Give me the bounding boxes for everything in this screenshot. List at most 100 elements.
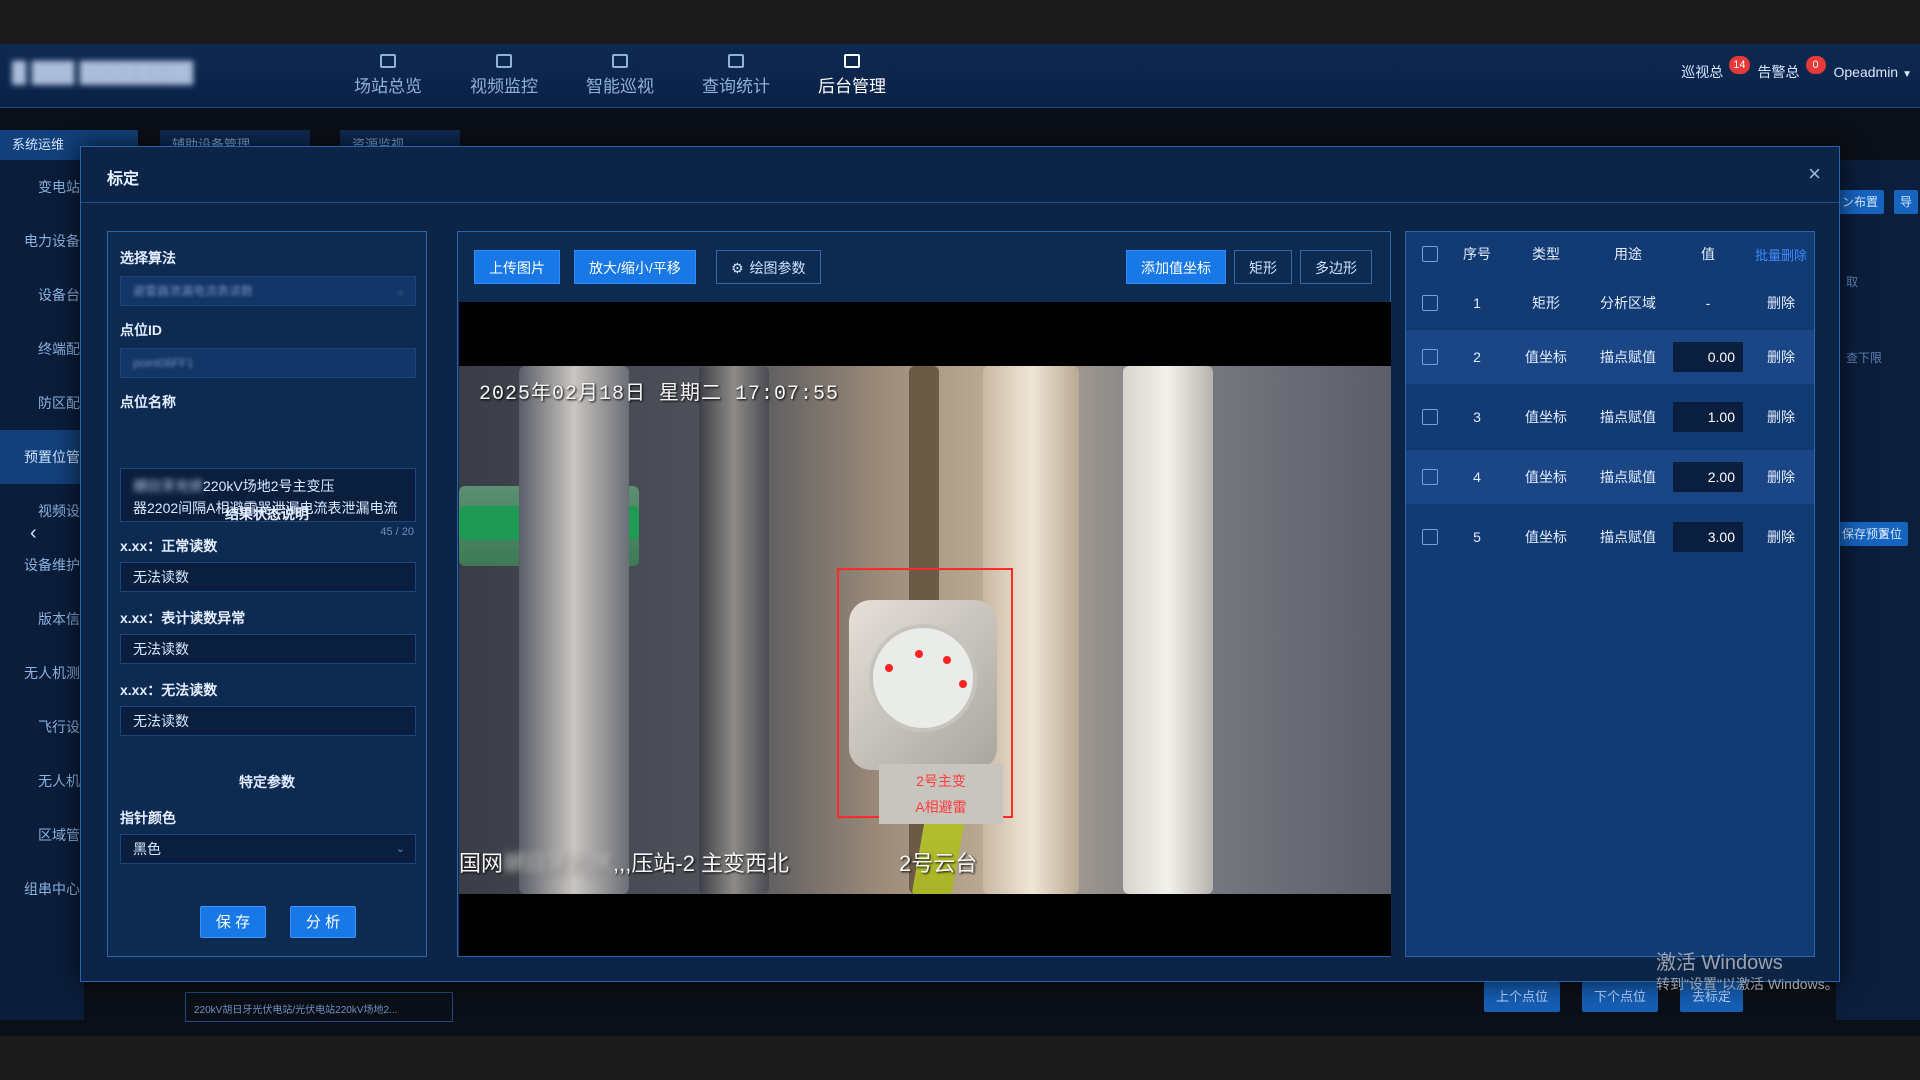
- status-unreadable-label: x.xx：无法读数: [120, 682, 218, 698]
- status-abnormal-input[interactable]: 无法读数: [120, 634, 416, 664]
- checkbox[interactable]: [1422, 295, 1438, 311]
- algo-select[interactable]: 避雷器泄漏电流表读数 ⌄: [120, 276, 416, 306]
- bg-right-button[interactable]: 导: [1894, 190, 1919, 214]
- value-input[interactable]: 1.00: [1673, 402, 1743, 432]
- row-checkbox[interactable]: [1410, 330, 1450, 384]
- value-point-0[interactable]: [885, 664, 893, 672]
- add-value-coord-button[interactable]: 添加值坐标: [1126, 250, 1226, 284]
- sidebar-item[interactable]: 组串中心: [0, 862, 84, 916]
- save-preset-button[interactable]: 保存预置位: [1836, 522, 1909, 546]
- params-title: 特定参数: [239, 774, 295, 790]
- pipe-shape: [699, 366, 769, 894]
- checkbox[interactable]: [1422, 246, 1438, 262]
- row-index: 3: [1473, 409, 1481, 425]
- sidebar-item[interactable]: 无人机测: [0, 646, 84, 700]
- sidebar-item[interactable]: 设备台: [0, 268, 84, 322]
- cam-prefix: 国网: [459, 851, 504, 876]
- gear-icon: ⚙: [731, 260, 744, 276]
- chevron-left-icon[interactable]: ‹: [30, 522, 37, 545]
- sidebar-item[interactable]: 电力设备: [0, 214, 84, 268]
- sidebar-item[interactable]: 区域管: [0, 808, 84, 862]
- row-usage: 描点赋值: [1600, 409, 1656, 425]
- rectangle-tool-button[interactable]: 矩形: [1234, 250, 1292, 284]
- delete-row-button[interactable]: 删除: [1748, 276, 1814, 330]
- status-normal-input[interactable]: 无法读数: [120, 562, 416, 592]
- background-right-panel: ン布置 导 取 查下限 保存预置位: [1836, 160, 1920, 1020]
- upload-image-button[interactable]: 上传图片: [474, 250, 560, 284]
- camera-image-canvas[interactable]: 2025年02月18日 星期二 17:07:55 2号主变 A相避雷 国网胡日牙…: [459, 302, 1391, 956]
- checkbox[interactable]: [1422, 349, 1438, 365]
- inspect-total-link[interactable]: 巡视总: [1681, 62, 1723, 82]
- chevron-down-icon: ▼: [1902, 69, 1912, 80]
- row-type: 矩形: [1532, 295, 1560, 311]
- polygon-tool-button[interactable]: 多边形: [1300, 250, 1372, 284]
- meter-body: [849, 600, 997, 770]
- sidebar-item[interactable]: 终端配: [0, 322, 84, 376]
- point-name-label: 点位名称: [120, 394, 176, 410]
- alarm-total-link[interactable]: 告警总: [1758, 62, 1800, 82]
- batch-delete-button[interactable]: 批量删除: [1748, 232, 1814, 276]
- bg-station-select[interactable]: 220kV胡日牙光伏电站/光伏电站220kV场地2...: [185, 992, 453, 1022]
- draw-params-label: 绘图参数: [749, 260, 806, 276]
- prev-point-button[interactable]: 上个点位: [1484, 982, 1561, 1012]
- row-checkbox[interactable]: [1410, 390, 1450, 444]
- select-all-checkbox[interactable]: [1410, 232, 1450, 276]
- nav-query-stats[interactable]: 查询统计: [678, 48, 794, 104]
- status-unreadable-input[interactable]: 无法读数: [120, 706, 416, 736]
- checkbox[interactable]: [1422, 529, 1438, 545]
- save-button[interactable]: 保 存: [200, 906, 266, 938]
- value-input[interactable]: 2.00: [1673, 462, 1743, 492]
- draw-params-button[interactable]: ⚙ 绘图参数: [716, 250, 821, 284]
- user-menu[interactable]: Opeadmin ▼: [1834, 64, 1913, 80]
- row-index: 5: [1473, 529, 1481, 545]
- delete-row-button[interactable]: 删除: [1748, 510, 1814, 564]
- nav-admin[interactable]: 后台管理: [794, 48, 910, 104]
- checkbox[interactable]: [1422, 409, 1438, 425]
- nav-video-monitor[interactable]: 视频监控: [446, 48, 562, 104]
- sidebar-item[interactable]: 视频设: [0, 484, 84, 538]
- sidebar-item[interactable]: 版本信: [0, 592, 84, 646]
- nav-smart-patrol[interactable]: 智能巡视: [562, 48, 678, 104]
- sidebar-item[interactable]: 无人机: [0, 754, 84, 808]
- windows-activation-watermark: 激活 Windows: [1656, 952, 1783, 974]
- camera-ptz-label: 2号云台: [899, 851, 978, 876]
- alarm-count-badge: 0: [1805, 56, 1826, 74]
- pointer-color-select[interactable]: 黑色 ⌄: [120, 834, 416, 864]
- sidebar-item[interactable]: 防区配: [0, 376, 84, 430]
- bg-right-button[interactable]: ン布置: [1836, 190, 1885, 214]
- sidebar-item[interactable]: 变电站: [0, 160, 84, 214]
- row-checkbox[interactable]: [1410, 510, 1450, 564]
- sidebar-item[interactable]: 飞行设: [0, 700, 84, 754]
- chevron-right-icon[interactable]: ›: [1880, 522, 1887, 545]
- zoom-pan-button[interactable]: 放大/缩小/平移: [574, 250, 696, 284]
- delete-row-button[interactable]: 删除: [1748, 450, 1814, 504]
- delete-row-button[interactable]: 删除: [1748, 330, 1814, 384]
- table-row: 3 值坐标 描点赋值 1.00 删除: [1406, 390, 1814, 444]
- point-id-value: point06FF1: [133, 356, 194, 370]
- calibration-modal: 标定 × 选择算法 避雷器泄漏电流表读数 ⌄ 点位ID point06FF1 点位…: [80, 146, 1840, 982]
- checkbox[interactable]: [1422, 469, 1438, 485]
- camera-location-label: 国网胡日牙光伏,,,压站-2 主变西北: [459, 846, 789, 878]
- nav-label: 后台管理: [818, 77, 886, 96]
- close-icon[interactable]: ×: [1808, 161, 1821, 187]
- sidebar-item[interactable]: 设备维护: [0, 538, 84, 592]
- next-point-button[interactable]: 下个点位: [1582, 982, 1659, 1012]
- value-input[interactable]: 0.00: [1673, 342, 1743, 372]
- row-value-cell: 2.00: [1668, 450, 1748, 504]
- value-point-2[interactable]: [943, 656, 951, 664]
- nav-station-overview[interactable]: 场站总览: [330, 48, 446, 104]
- value-input[interactable]: 3.00: [1673, 522, 1743, 552]
- delete-row-button[interactable]: 删除: [1748, 390, 1814, 444]
- row-checkbox[interactable]: [1410, 450, 1450, 504]
- value-point-3[interactable]: [959, 680, 967, 688]
- sidebar-item[interactable]: 预置位管: [0, 430, 84, 484]
- config-panel: 选择算法 避雷器泄漏电流表读数 ⌄ 点位ID point06FF1 点位名称 胡日…: [107, 231, 427, 957]
- row-checkbox[interactable]: [1410, 276, 1450, 330]
- value-point-1[interactable]: [915, 650, 923, 658]
- video-timestamp: 2025年02月18日 星期二 17:07:55: [479, 383, 840, 406]
- row-usage: 描点赋值: [1600, 349, 1656, 365]
- row-type: 值坐标: [1525, 469, 1567, 485]
- analyze-button[interactable]: 分 析: [290, 906, 356, 938]
- header-value: 值: [1701, 246, 1715, 262]
- point-id-input[interactable]: point06FF1: [120, 348, 416, 378]
